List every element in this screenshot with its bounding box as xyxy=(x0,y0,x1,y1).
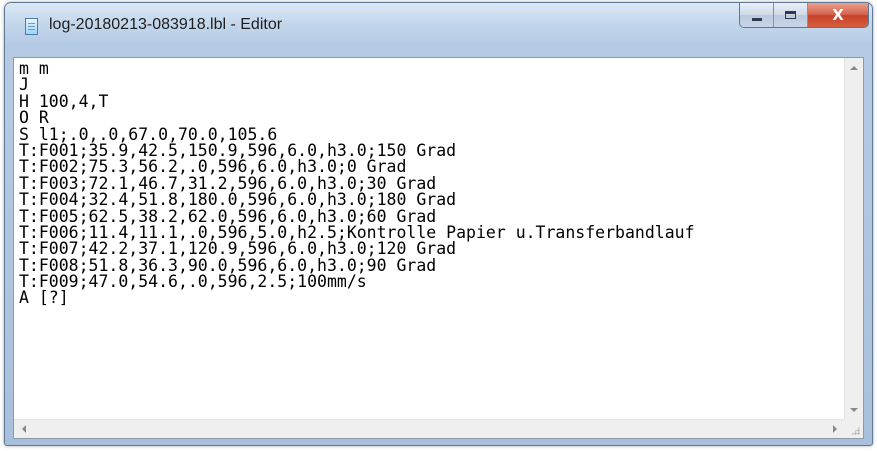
minimize-button[interactable] xyxy=(740,3,774,27)
caption-buttons: X xyxy=(739,3,869,28)
text-line: A [?] xyxy=(19,288,69,308)
text-line: m m xyxy=(19,59,49,78)
minimize-icon xyxy=(751,17,762,21)
scroll-down-arrow-icon[interactable] xyxy=(850,408,858,412)
close-icon: X xyxy=(832,6,844,24)
vertical-scrollbar[interactable] xyxy=(844,58,863,420)
scroll-left-arrow-icon[interactable] xyxy=(22,425,26,433)
notepad-icon[interactable] xyxy=(25,18,38,35)
maximize-icon xyxy=(785,11,796,19)
editor-window: log-20180213-083918.lbl - Editor X m m J… xyxy=(4,2,873,446)
text-editor[interactable]: m m J H 100,4,T O R S l1;.0,.0,67.0,70.0… xyxy=(14,58,845,420)
scroll-up-arrow-icon[interactable] xyxy=(850,66,858,70)
horizontal-scrollbar[interactable] xyxy=(14,419,845,438)
title-bar[interactable]: log-20180213-083918.lbl - Editor X xyxy=(5,3,872,47)
text-line: T:F009;47.0,54.6,.0,596,2.5;100mm/s xyxy=(19,272,367,292)
maximize-button[interactable] xyxy=(774,3,808,27)
close-button[interactable]: X xyxy=(808,3,868,27)
scroll-right-arrow-icon[interactable] xyxy=(833,425,837,433)
window-title: log-20180213-083918.lbl - Editor xyxy=(49,16,283,33)
text-line: J xyxy=(19,75,29,95)
text-line: H 100,4,T xyxy=(19,91,109,111)
editor-client: m m J H 100,4,T O R S l1;.0,.0,67.0,70.0… xyxy=(13,57,864,439)
size-grip[interactable] xyxy=(844,419,863,438)
resize-grip-icon xyxy=(851,426,860,435)
